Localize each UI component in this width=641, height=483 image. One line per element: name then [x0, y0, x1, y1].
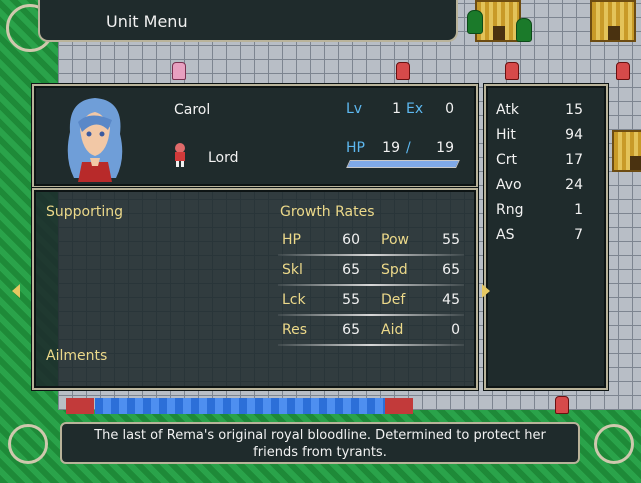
row-divider: [278, 254, 464, 256]
combat-stat-label: Hit: [496, 127, 516, 143]
row-divider: [278, 344, 464, 346]
unit-menu-title-bar: Unit Menu: [38, 0, 458, 42]
level-label: Lv: [346, 101, 363, 117]
row-divider: [278, 284, 464, 286]
combat-stat-label: Atk: [496, 102, 519, 118]
level-value: 1: [392, 101, 401, 117]
growth-label: Pow: [381, 232, 409, 248]
growth-label: Spd: [381, 262, 408, 278]
combat-stat-label: Avo: [496, 177, 522, 193]
hp-bar-fill: [347, 161, 459, 167]
combat-stat-value: 94: [565, 127, 583, 143]
growth-label: HP: [282, 232, 301, 248]
hp-bar: [346, 160, 460, 168]
supporting-heading: Supporting: [46, 204, 123, 220]
corner-ornament: [594, 424, 634, 464]
ailments-heading: Ailments: [46, 348, 108, 364]
hp-label: HP: [346, 140, 365, 156]
growth-label: Res: [282, 322, 308, 338]
combat-stat-label: AS: [496, 227, 515, 243]
exp-value: 0: [445, 101, 454, 117]
combat-stat-value: 1: [574, 202, 583, 218]
corner-ornament: [8, 424, 48, 464]
hp-max: 19: [436, 140, 454, 156]
description-box: The last of Rema's original royal bloodl…: [60, 422, 580, 464]
combat-stat-value: 15: [565, 102, 583, 118]
description-line-1: The last of Rema's original royal bloodl…: [94, 428, 546, 443]
unit-sprite[interactable]: [172, 62, 186, 80]
growth-value: 60: [342, 232, 360, 248]
growth-label: Lck: [282, 292, 306, 308]
village-house: [612, 130, 641, 172]
description-line-2: friends from tyrants.: [253, 445, 387, 460]
growth-label: Def: [381, 292, 406, 308]
exp-label: Ex: [406, 101, 424, 117]
unit-sprite[interactable]: [616, 62, 630, 80]
menu-title: Unit Menu: [106, 12, 188, 31]
row-divider: [278, 314, 464, 316]
arrow-right-icon[interactable]: [482, 284, 490, 298]
growth-label: Skl: [282, 262, 303, 278]
unit-sprite[interactable]: [505, 62, 519, 80]
growth-value: 65: [442, 262, 460, 278]
hp-current: 19: [382, 140, 400, 156]
combat-stat-value: 7: [574, 227, 583, 243]
village-house: [590, 0, 636, 42]
growth-value: 0: [451, 322, 460, 338]
arrow-left-icon[interactable]: [12, 284, 20, 298]
growth-value: 65: [342, 262, 360, 278]
combat-stat-label: Rng: [496, 202, 524, 218]
unit-sprite[interactable]: [396, 62, 410, 80]
unit-class: Lord: [208, 150, 239, 166]
unit-sprite[interactable]: [555, 396, 569, 414]
growth-rates-heading: Growth Rates: [280, 204, 375, 220]
unit-map-sprite-icon: [172, 142, 188, 168]
unit-portrait: [60, 92, 130, 182]
combat-stat-value: 24: [565, 177, 583, 193]
growth-value: 45: [442, 292, 460, 308]
combat-stat-value: 17: [565, 152, 583, 168]
growth-value: 65: [342, 322, 360, 338]
hp-separator: /: [406, 140, 411, 156]
growth-label: Aid: [381, 322, 404, 338]
growth-value: 55: [442, 232, 460, 248]
growth-value: 55: [342, 292, 360, 308]
combat-stat-label: Crt: [496, 152, 518, 168]
unit-name: Carol: [174, 102, 211, 118]
